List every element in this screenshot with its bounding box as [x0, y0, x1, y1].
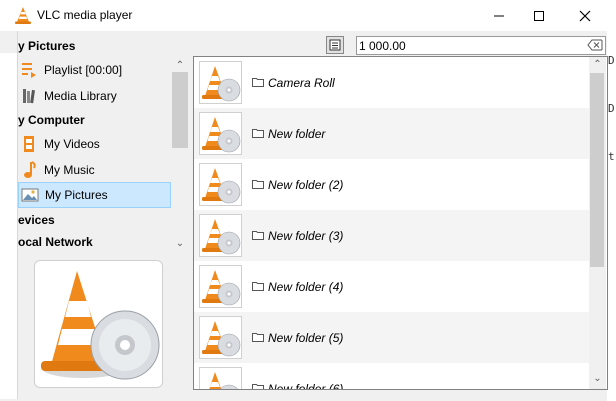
folder-thumbnail-icon [199, 367, 242, 389]
sidebar-item-label: Playlist [00:00] [44, 63, 123, 77]
list-item[interactable]: New folder (4) [194, 261, 590, 312]
sidebar-item-my-pictures[interactable]: My Pictures [18, 182, 171, 208]
sidebar-item-my-music[interactable]: My Music [18, 158, 170, 182]
sidebar-scrollbar-thumb[interactable] [172, 72, 188, 148]
sidebar-header-local-network: ocal Network [18, 235, 93, 249]
folder-thumbnail-icon [199, 265, 242, 308]
videos-icon [18, 134, 40, 154]
title-bar: VLC media player [0, 0, 616, 31]
list-item-label: Camera Roll [268, 76, 335, 90]
sidebar: y Pictures Playlist [00:00] Media Librar… [18, 36, 172, 256]
folder-thumbnail-icon [199, 112, 242, 155]
list-item-label: New folder (4) [268, 280, 344, 294]
sidebar-item-my-videos[interactable]: My Videos [18, 132, 170, 156]
maximize-button[interactable] [516, 0, 562, 31]
pictures-icon [19, 185, 41, 205]
view-toggle-button[interactable] [326, 36, 344, 54]
list-item-label: New folder (6) [268, 382, 344, 390]
folder-thumbnail-icon [199, 163, 242, 206]
right-edge-text: D [608, 54, 615, 67]
folder-icon [252, 129, 264, 138]
folder-icon [252, 384, 264, 389]
left-edge-panel [0, 31, 18, 399]
maximize-icon [534, 10, 544, 21]
sidebar-header-devices: evices [18, 213, 55, 227]
media-library-icon [18, 86, 40, 106]
vlc-cone-icon [15, 7, 31, 24]
sidebar-item-label: My Videos [44, 137, 100, 151]
right-edge-text: D [608, 102, 615, 115]
list-item-label: New folder [268, 127, 326, 141]
list-item[interactable]: New folder (2) [194, 159, 590, 210]
left-edge-panel-top [0, 31, 17, 53]
list-item[interactable]: New folder (5) [194, 312, 590, 363]
right-edge-panel [607, 31, 616, 401]
list-scrollbar-thumb[interactable] [590, 73, 604, 267]
sidebar-item-label: My Pictures [45, 188, 108, 202]
right-edge-text: t [608, 150, 615, 163]
list-item-label: New folder (5) [268, 331, 344, 345]
folder-thumbnail-icon [199, 316, 242, 359]
list-item[interactable]: New folder [194, 108, 590, 159]
clear-search-icon[interactable] [587, 39, 603, 51]
album-art [34, 260, 163, 388]
close-button[interactable] [562, 0, 608, 31]
folder-icon [252, 180, 264, 189]
sidebar-scroll-down-icon[interactable]: ⌄ [172, 236, 188, 252]
folder-icon [252, 78, 264, 87]
window-title: VLC media player [37, 8, 133, 22]
sidebar-item-media-library[interactable]: Media Library [18, 84, 170, 108]
folder-thumbnail-icon [199, 61, 242, 104]
sidebar-item-label: Media Library [44, 89, 117, 103]
playlist-icon [18, 60, 40, 80]
sidebar-header-my-pictures: y Pictures [18, 39, 76, 53]
media-list: Camera Roll New folder New folder (2) Ne… [193, 56, 608, 390]
list-view-icon [329, 39, 341, 51]
folder-icon [252, 333, 264, 342]
list-item[interactable]: Camera Roll [194, 57, 590, 108]
list-item[interactable]: New folder (3) [194, 210, 590, 261]
folder-icon [252, 282, 264, 291]
sidebar-item-label: My Music [44, 163, 95, 177]
list-item-label: New folder (2) [268, 178, 344, 192]
close-icon [579, 10, 591, 21]
sidebar-item-playlist[interactable]: Playlist [00:00] [18, 58, 170, 82]
vlc-cone-disc-icon [41, 271, 160, 380]
search-input[interactable] [359, 37, 579, 54]
list-item-label: New folder (3) [268, 229, 344, 243]
list-item[interactable]: New folder (6) [194, 363, 590, 390]
list-scroll-down-icon[interactable]: ⌄ [589, 371, 606, 387]
folder-icon [252, 231, 264, 240]
sidebar-header-my-computer: y Computer [18, 113, 85, 127]
minimize-icon [494, 15, 504, 16]
folder-thumbnail-icon [199, 214, 242, 257]
search-field[interactable] [356, 36, 606, 55]
music-note-icon [18, 160, 40, 180]
list-scroll-up-icon[interactable]: ⌃ [589, 57, 606, 73]
